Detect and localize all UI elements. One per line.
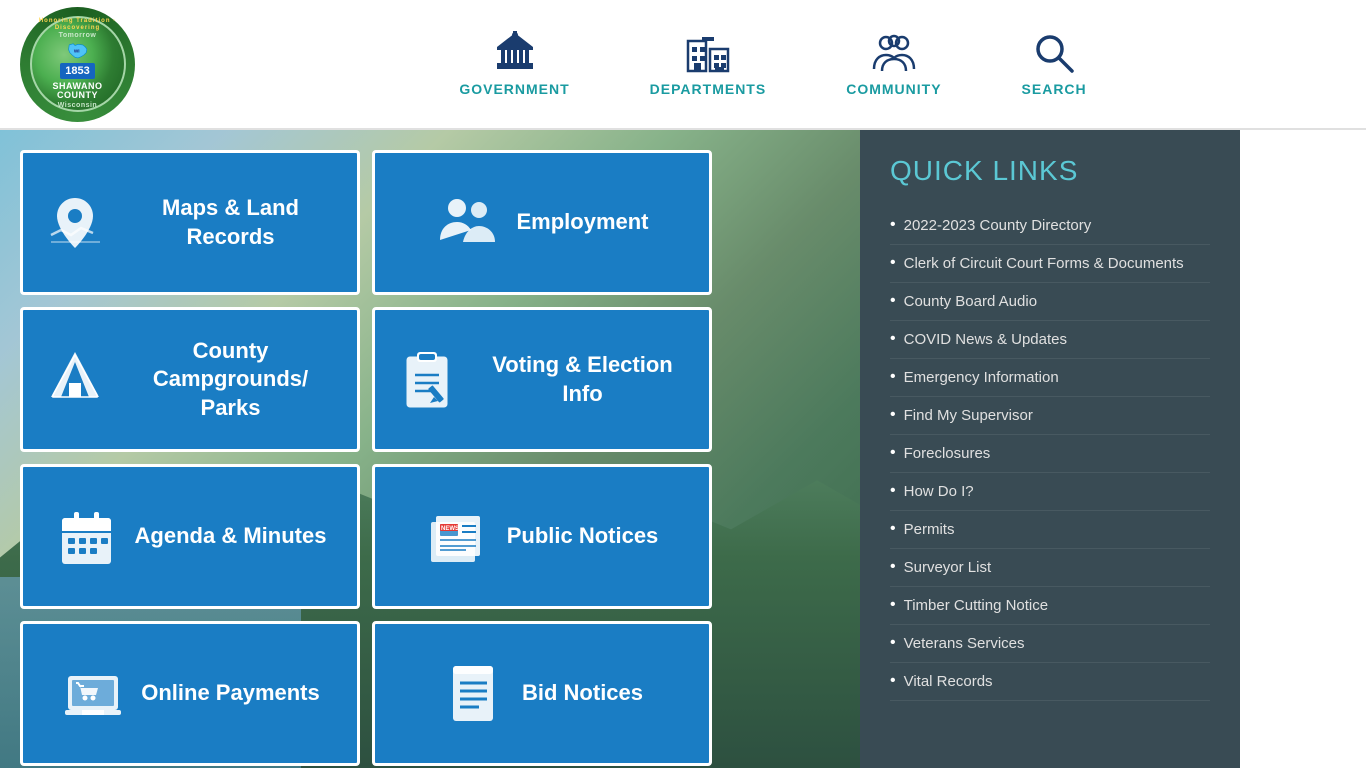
tile-label-campgrounds: County Campgrounds/ Parks [124,337,337,423]
nav-label-government: GOVERNMENT [459,81,569,97]
quick-link-item[interactable]: Vital Records [890,663,1210,701]
quick-link-surveyor-list[interactable]: Surveyor List [904,557,992,578]
quick-links-sidebar: QUICK LINKS 2022-2023 County Directory C… [860,130,1240,768]
quick-link-item[interactable]: COVID News & Updates [890,321,1210,359]
quick-link-county-board-audio[interactable]: County Board Audio [904,291,1037,312]
cart-computer-icon [60,661,125,726]
quick-link-emergency-info[interactable]: Emergency Information [904,367,1059,388]
clipboard-check-icon [395,347,460,412]
nav-item-departments[interactable]: DEPARTMENTS [650,31,767,97]
quick-link-find-supervisor[interactable]: Find My Supervisor [904,405,1033,426]
quick-link-clerk-court[interactable]: Clerk of Circuit Court Forms & Documents [904,253,1184,274]
quick-link-item[interactable]: Permits [890,511,1210,549]
tile-voting[interactable]: Voting & Election Info [372,307,712,452]
site-header: Honoring Tradition · Discovering Tomorro… [0,0,1366,130]
tiles-grid: Maps & Land Records Employment [20,150,840,758]
quick-links-title: QUICK LINKS [890,155,1210,187]
main-content: Maps & Land Records Employment [0,130,1366,768]
employment-people-icon [435,190,500,255]
svg-text:WI: WI [73,48,79,53]
quick-link-veterans-services[interactable]: Veterans Services [904,633,1025,654]
tile-label-voting: Voting & Election Info [476,351,689,408]
tile-label-public-notices: Public Notices [507,522,659,551]
nav-item-government[interactable]: GOVERNMENT [459,31,569,97]
quick-link-timber-cutting[interactable]: Timber Cutting Notice [904,595,1049,616]
quick-link-vital-records[interactable]: Vital Records [904,671,993,692]
map-pin-icon [43,190,108,255]
tile-label-bid-notices: Bid Notices [522,679,643,708]
nav-item-community[interactable]: COMMUNITY [846,31,941,97]
nav-item-search[interactable]: SEARCH [1022,31,1087,97]
hero-area: Maps & Land Records Employment [0,130,860,768]
tile-online-payments[interactable]: Online Payments [20,621,360,766]
quick-link-item[interactable]: Surveyor List [890,549,1210,587]
quick-link-item[interactable]: Timber Cutting Notice [890,587,1210,625]
tile-label-online-payments: Online Payments [141,679,320,708]
tile-bid-notices[interactable]: Bid Notices [372,621,712,766]
tile-maps-land-records[interactable]: Maps & Land Records [20,150,360,295]
quick-link-item[interactable]: Veterans Services [890,625,1210,663]
community-icon [872,31,916,75]
tile-label-agenda: Agenda & Minutes [135,522,327,551]
svg-text:NEWS: NEWS [441,526,459,532]
quick-link-permits[interactable]: Permits [904,519,955,540]
quick-link-county-directory[interactable]: 2022-2023 County Directory [904,215,1092,236]
tile-label-employment: Employment [516,208,648,237]
quick-link-item[interactable]: Emergency Information [890,359,1210,397]
main-nav: GOVERNMENT DEPARTMENTS [200,31,1346,97]
quick-link-item[interactable]: Foreclosures [890,435,1210,473]
newspaper-icon: NEWS [426,504,491,569]
calendar-icon [54,504,119,569]
quick-link-how-do-i[interactable]: How Do I? [904,481,974,502]
tent-icon [43,347,108,412]
quick-links-list: 2022-2023 County Directory Clerk of Circ… [890,207,1210,701]
search-icon [1032,31,1076,75]
tile-label-maps: Maps & Land Records [124,194,337,251]
quick-link-item[interactable]: County Board Audio [890,283,1210,321]
departments-icon [686,31,730,75]
nav-label-community: COMMUNITY [846,81,941,97]
quick-link-item[interactable]: Find My Supervisor [890,397,1210,435]
nav-label-search: SEARCH [1022,81,1087,97]
quick-link-covid-news[interactable]: COVID News & Updates [904,329,1067,350]
site-logo: Honoring Tradition · Discovering Tomorro… [20,7,135,122]
tile-employment[interactable]: Employment [372,150,712,295]
quick-link-item[interactable]: How Do I? [890,473,1210,511]
tile-public-notices[interactable]: NEWS Public Notices [372,464,712,609]
tile-campgrounds[interactable]: County Campgrounds/ Parks [20,307,360,452]
tile-agenda[interactable]: Agenda & Minutes [20,464,360,609]
wisconsin-shape-icon: WI [63,42,93,60]
logo-year: 1853 [60,63,94,79]
nav-label-departments: DEPARTMENTS [650,81,767,97]
quick-link-item[interactable]: 2022-2023 County Directory [890,207,1210,245]
government-icon [493,31,537,75]
quick-link-item[interactable]: Clerk of Circuit Court Forms & Documents [890,245,1210,283]
logo-area[interactable]: Honoring Tradition · Discovering Tomorro… [20,7,200,122]
document-lines-icon [441,661,506,726]
quick-link-foreclosures[interactable]: Foreclosures [904,443,991,464]
